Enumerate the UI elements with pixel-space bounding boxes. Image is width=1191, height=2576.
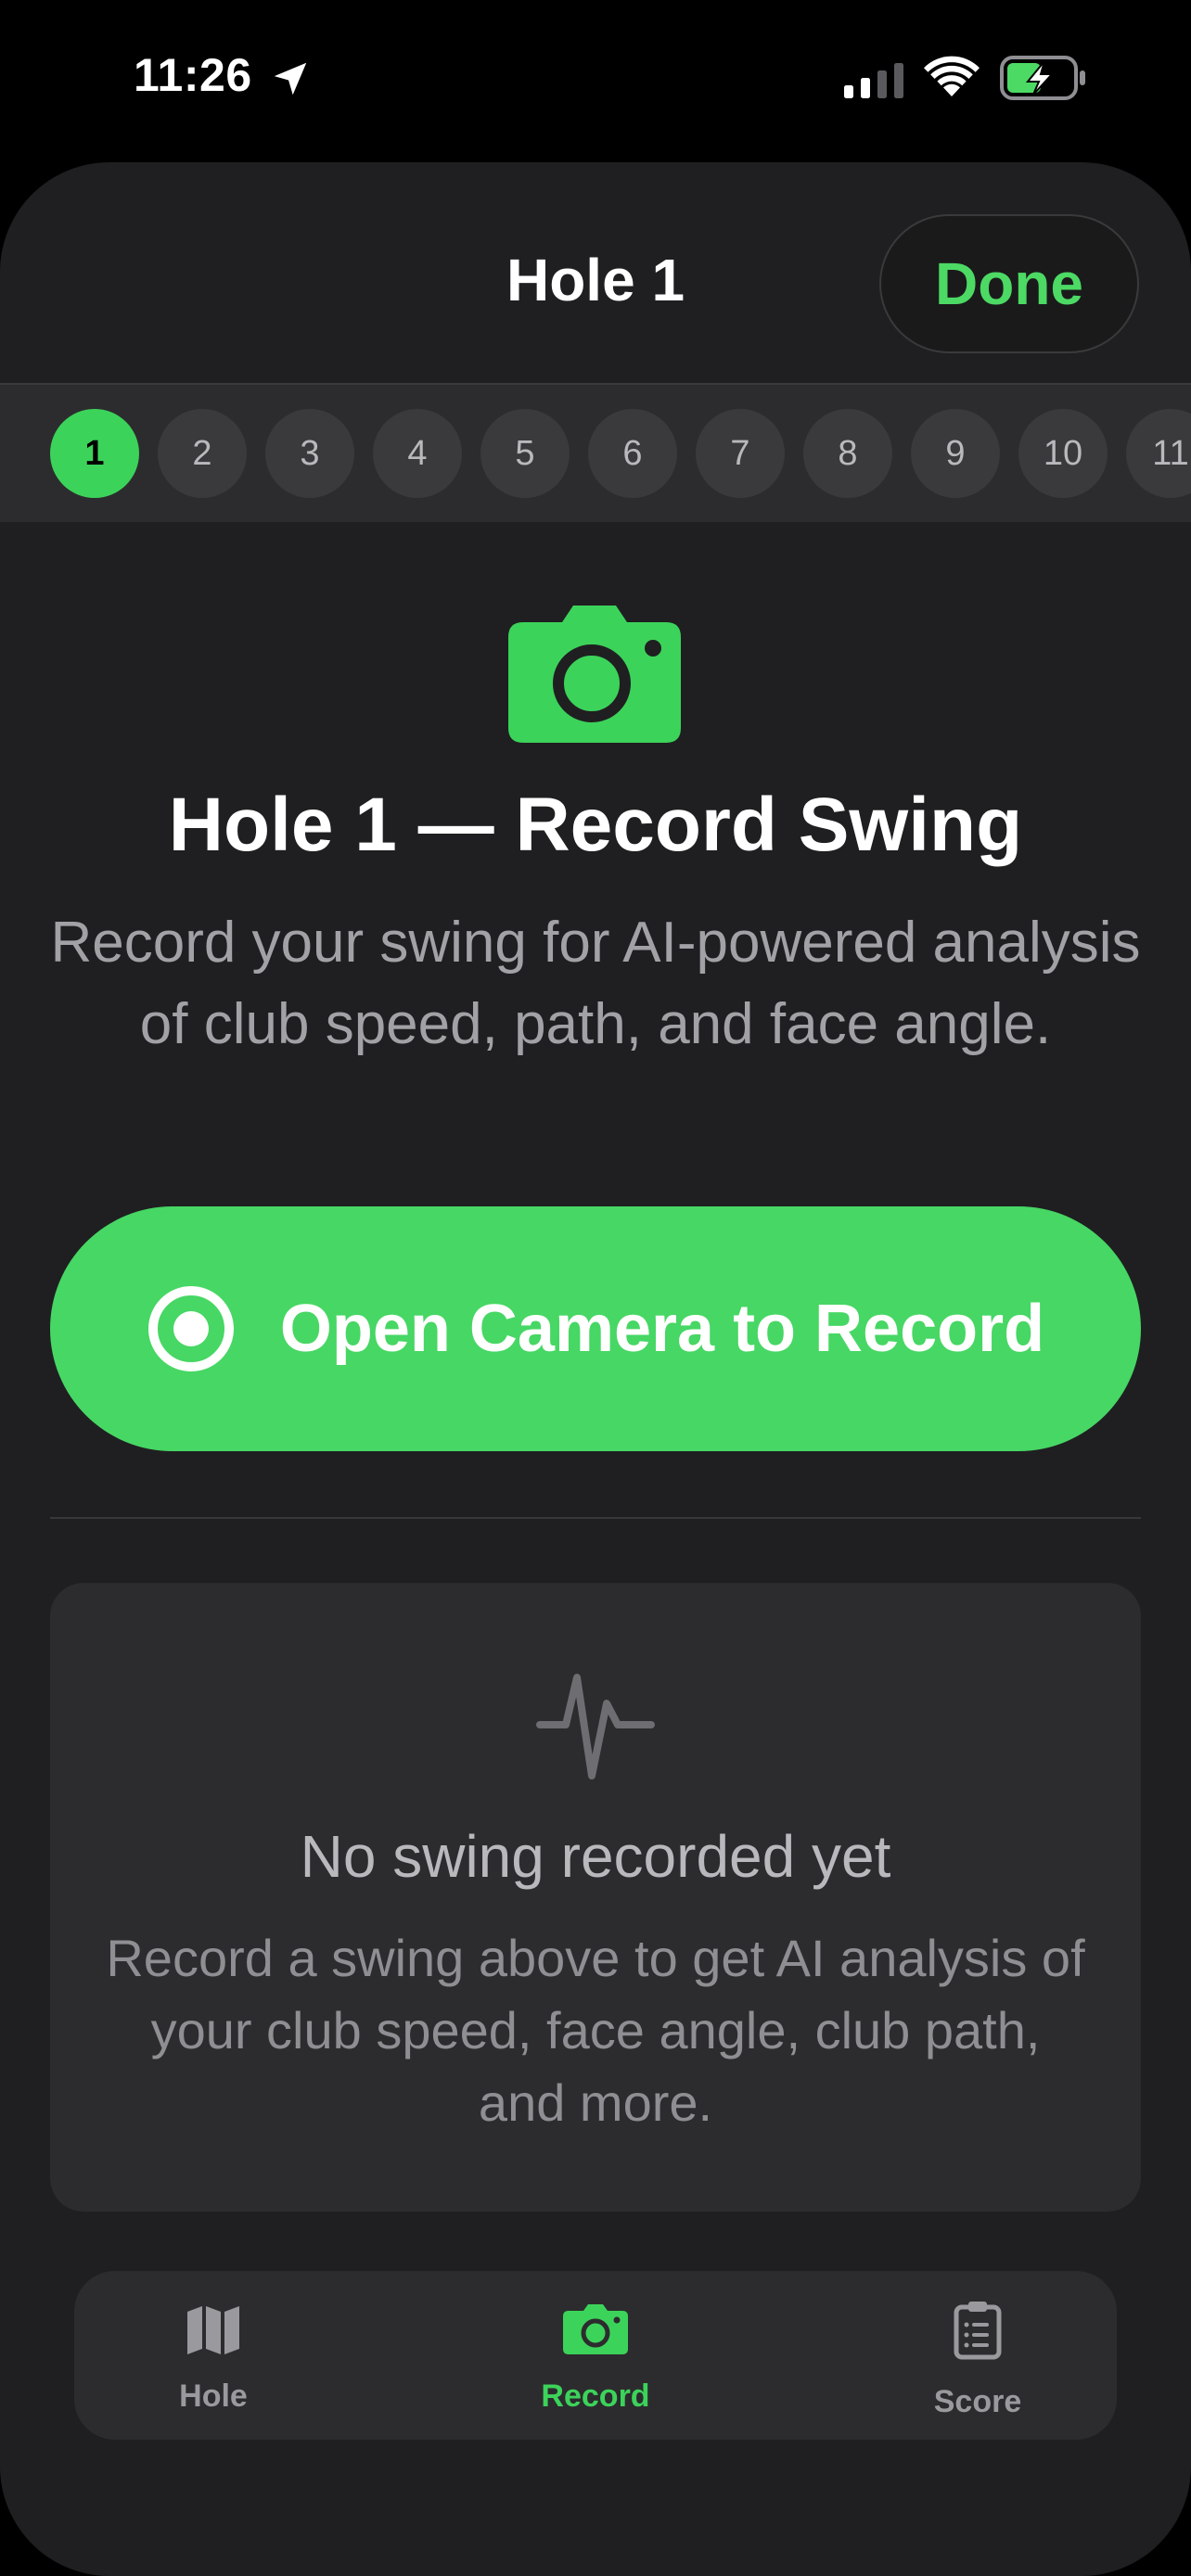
hole-chip-7[interactable]: 7 xyxy=(696,409,785,498)
hole-selector: 1 2 3 4 5 6 7 8 9 10 11 xyxy=(0,383,1191,522)
tab-label-hole: Hole xyxy=(179,2378,248,2414)
open-camera-label: Open Camera to Record xyxy=(279,1292,1045,1366)
record-description: Record your swing for AI-powered analysi… xyxy=(50,911,1141,1056)
map-icon xyxy=(187,2306,239,2354)
hole-chip-2[interactable]: 2 xyxy=(158,409,247,498)
record-title: Hole 1 — Record Swing xyxy=(168,783,1023,867)
status-time: 11:26 xyxy=(134,49,252,101)
hole-chip-4[interactable]: 4 xyxy=(373,409,462,498)
open-camera-button[interactable]: Open Camera to Record xyxy=(50,1206,1141,1451)
hole-chip-11[interactable]: 11 xyxy=(1126,409,1191,498)
wifi-icon xyxy=(924,56,980,96)
divider xyxy=(50,1517,1141,1519)
hole-chip-10[interactable]: 10 xyxy=(1018,409,1108,498)
tab-label-record: Record xyxy=(541,2378,650,2414)
hole-chip-3[interactable]: 3 xyxy=(265,409,354,498)
status-bar: 11:26 xyxy=(0,0,1191,158)
clipboard-icon xyxy=(954,2302,1002,2360)
empty-state-title: No swing recorded yet xyxy=(300,1823,891,1890)
cellular-signal-icon xyxy=(844,63,903,98)
tab-bar: Hole Record Score xyxy=(74,2271,1117,2440)
done-button[interactable]: Done xyxy=(879,214,1139,353)
hole-chip-9[interactable]: 9 xyxy=(911,409,1000,498)
screen: 11:26 Hole 1 Done 1 2 3 4 5 6 7 8 9 10 1… xyxy=(0,0,1191,2576)
tab-hole[interactable]: Hole xyxy=(74,2271,352,2440)
camera-icon xyxy=(563,2304,628,2354)
battery-charging-icon xyxy=(1000,56,1085,100)
hole-chip-6[interactable]: 6 xyxy=(588,409,677,498)
hole-sheet: Hole 1 Done 1 2 3 4 5 6 7 8 9 10 11 Hole… xyxy=(0,162,1191,2576)
location-arrow-icon xyxy=(274,62,307,96)
hole-chip-8[interactable]: 8 xyxy=(803,409,892,498)
hole-chip-1[interactable]: 1 xyxy=(50,409,139,498)
hole-chip-5[interactable]: 5 xyxy=(480,409,570,498)
tab-record[interactable]: Record xyxy=(456,2271,735,2440)
swing-analysis-empty-card: No swing recorded yet Record a swing abo… xyxy=(50,1583,1141,2212)
record-circle-icon xyxy=(147,1286,234,1371)
sheet-header: Hole 1 Done xyxy=(0,162,1191,383)
empty-state-description: Record a swing above to get AI analysis … xyxy=(106,1929,1085,2132)
tab-label-score: Score xyxy=(933,2384,1022,2419)
camera-icon xyxy=(508,606,681,743)
tab-score[interactable]: Score xyxy=(839,2271,1117,2440)
waveform-icon xyxy=(536,1674,655,1779)
